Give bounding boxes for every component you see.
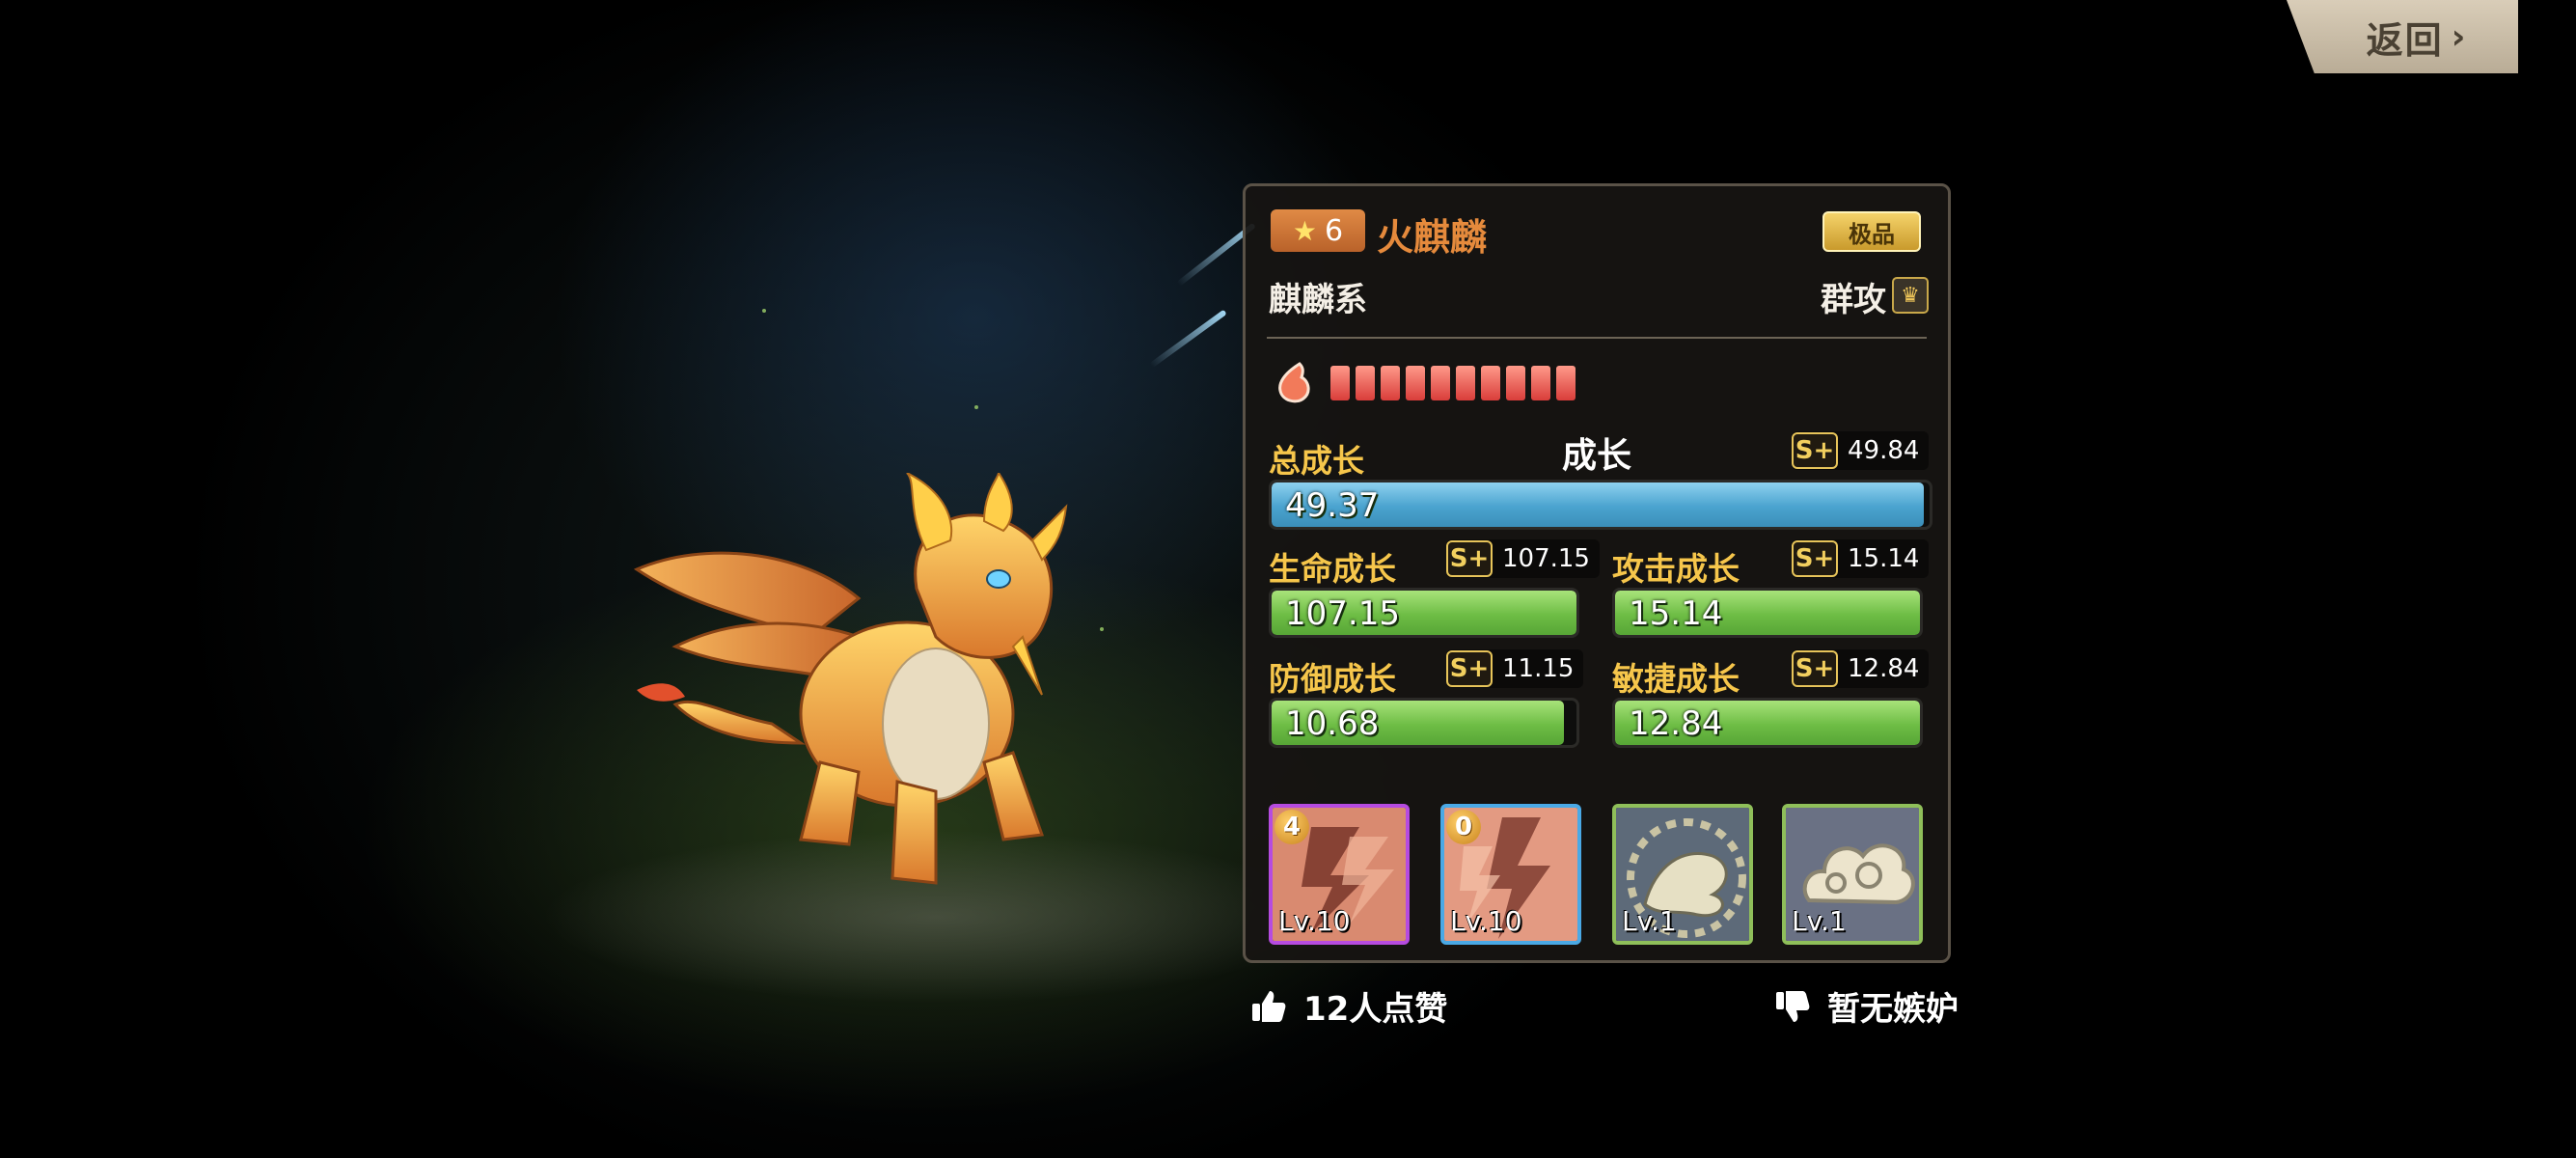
like-count: 12人点赞 (1303, 990, 1448, 1029)
grade-max-value: 11.15 (1502, 654, 1575, 683)
grade-badge: S+ (1792, 540, 1838, 577)
grade-badge: S+ (1446, 650, 1493, 687)
grade-badge: S+ (1446, 540, 1493, 577)
agi-growth-bar: 12.84 (1612, 698, 1923, 748)
element-pip (1456, 366, 1475, 400)
skill-slot-4[interactable]: Lv.1 (1782, 804, 1923, 945)
skill-badge: 4 (1274, 810, 1309, 844)
grade-max-value: 15.14 (1848, 544, 1920, 573)
meteor-streak (1149, 309, 1227, 369)
back-button-label: 返回 (2366, 18, 2444, 62)
def-growth-grade: S+ 11.15 (1446, 649, 1584, 688)
total-growth-grade: S+ 49.84 (1792, 431, 1930, 470)
fire-drop-icon (1278, 362, 1310, 403)
element-pip (1431, 366, 1450, 400)
chevron-right-icon: › (2451, 16, 2468, 57)
hp-growth-label: 生命成长 (1269, 550, 1396, 588)
skill-badge: 0 (1446, 810, 1481, 844)
envy-button[interactable]: 暂无嫉妒 (1773, 982, 1959, 1030)
element-pip (1506, 366, 1525, 400)
atk-growth-label: 攻击成长 (1612, 550, 1740, 588)
element-pip (1481, 366, 1500, 400)
grade-max-value: 12.84 (1848, 654, 1920, 683)
divider (1267, 337, 1927, 339)
element-pip (1406, 366, 1425, 400)
pet-name: 火麒麟 (1377, 216, 1488, 259)
pet-info-panel: ★ 6 火麒麟 极品 麒麟系 群攻 ♛ 总成长 成长 S+ 49.84 49.3… (1243, 183, 1951, 963)
star-level-badge: ★ 6 (1271, 209, 1365, 252)
element-pip (1531, 366, 1550, 400)
atk-growth-bar: 15.14 (1612, 588, 1923, 638)
agi-growth-label: 敏捷成长 (1612, 660, 1740, 698)
def-growth-label: 防御成长 (1269, 660, 1396, 698)
grade-max-value: 49.84 (1848, 436, 1920, 465)
element-pip (1356, 366, 1375, 400)
crown-emblem-icon[interactable]: ♛ (1892, 277, 1929, 314)
firefly (974, 405, 978, 409)
skill-level: Lv.10 (1450, 905, 1522, 937)
envy-count: 暂无嫉妒 (1827, 990, 1959, 1029)
bar-value: 10.68 (1285, 704, 1380, 743)
skill-level: Lv.10 (1278, 905, 1351, 937)
bar-value: 107.15 (1285, 594, 1400, 633)
hp-growth-bar: 107.15 (1269, 588, 1579, 638)
agi-growth-grade: S+ 12.84 (1792, 649, 1930, 688)
skill-level: Lv.1 (1622, 905, 1677, 937)
def-growth-bar: 10.68 (1269, 698, 1579, 748)
hp-growth-grade: S+ 107.15 (1446, 539, 1600, 578)
star-level-value: 6 (1325, 213, 1344, 248)
element-pips (1330, 366, 1576, 400)
atk-growth-grade: S+ 15.14 (1792, 539, 1930, 578)
like-button[interactable]: 12人点赞 (1249, 982, 1447, 1030)
pet-family: 麒麟系 (1269, 281, 1367, 319)
bar-value: 49.37 (1285, 486, 1380, 525)
skill-slot-3[interactable]: Lv.1 (1612, 804, 1753, 945)
bar-value: 15.14 (1629, 594, 1723, 633)
skill-slot-1[interactable]: 4 Lv.10 (1269, 804, 1410, 945)
element-pip (1556, 366, 1576, 400)
grade-badge: S+ (1792, 432, 1838, 469)
pet-dragon-model[interactable] (617, 473, 1119, 897)
back-button[interactable]: 返回 › (2287, 0, 2518, 73)
firefly (762, 309, 766, 313)
grade-badge: S+ (1792, 650, 1838, 687)
element-pip (1330, 366, 1350, 400)
total-growth-bar: 49.37 (1269, 480, 1932, 530)
bar-value: 12.84 (1629, 704, 1723, 743)
thumbs-up-icon (1252, 990, 1286, 1022)
skill-level: Lv.1 (1792, 905, 1847, 937)
grade-max-value: 107.15 (1502, 544, 1590, 573)
attack-type-label: 群攻 (1821, 281, 1886, 319)
skill-slot-2[interactable]: 0 Lv.10 (1440, 804, 1581, 945)
star-icon: ★ (1292, 214, 1317, 247)
thumbs-down-icon (1776, 990, 1810, 1022)
rarity-badge: 极品 (1822, 211, 1921, 252)
element-pip (1381, 366, 1400, 400)
